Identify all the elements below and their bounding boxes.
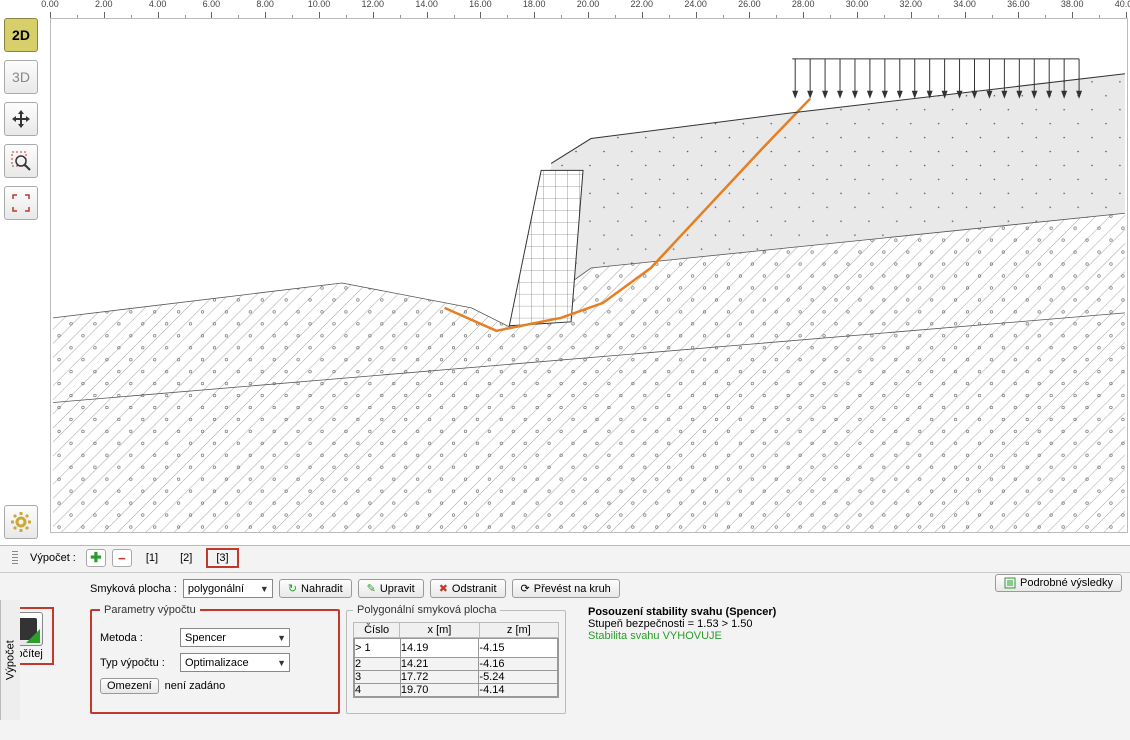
view-2d-label: 2D (12, 27, 30, 43)
fit-view-button[interactable] (4, 186, 38, 220)
fit-view-icon (11, 193, 31, 213)
table-row[interactable]: 317.72-5.24 (355, 671, 558, 684)
zoom-select-button[interactable] (4, 144, 38, 178)
zoom-select-icon (10, 150, 32, 172)
restrictions-button[interactable]: Omezení (100, 678, 159, 694)
poly-table-scroll[interactable]: > 114.19-4.15214.21-4.16317.72-5.24419.7… (353, 638, 559, 698)
canvas[interactable] (50, 18, 1128, 533)
calc-type-label: Typ výpočtu : (100, 657, 180, 669)
replace-button[interactable]: ↻Nahradit (279, 579, 352, 598)
results-verdict: Stabilita svahu VYHOVUJE (588, 630, 1118, 642)
analysis-tab-2[interactable]: [2] (172, 550, 200, 566)
results-block: Posouzení stability svahu (Spencer) Stup… (572, 604, 1118, 642)
results-fs: Stupeň bezpečnosti = 1.53 > 1.50 (588, 618, 1118, 630)
settings-button[interactable] (4, 505, 38, 539)
ruler: 0.002.004.006.008.0010.0012.0014.0016.00… (50, 0, 1128, 18)
delete-button[interactable]: ✖Odstranit (430, 579, 506, 598)
method-label: Metoda : (100, 632, 180, 644)
calc-params-group: Parametry výpočtu Metoda : Spencer▼ Typ … (90, 604, 340, 714)
move-button[interactable] (4, 102, 38, 136)
results-title: Posouzení stability svahu (Spencer) (588, 606, 1118, 618)
poly-table-header: Číslox [m]z [m] (353, 622, 559, 638)
analysis-tab-3[interactable]: [3] (206, 548, 238, 568)
calc-type-select[interactable]: Optimalizace (180, 653, 290, 672)
analysis-label: Výpočet : (30, 552, 76, 564)
edit-button[interactable]: ✎Upravit (358, 579, 424, 598)
poly-table-legend: Polygonální smyková plocha (353, 604, 500, 616)
analysis-tabs-row: Výpočet : ✚ − [1] [2] [3] (0, 546, 1130, 573)
table-row[interactable]: 214.21-4.16 (355, 658, 558, 671)
table-row[interactable]: 419.70-4.14 (355, 684, 558, 697)
slip-surface-label: Smyková plocha : (90, 583, 177, 595)
poly-table-group: Polygonální smyková plocha Číslox [m]z [… (346, 604, 566, 714)
analysis-panel: Výpočet : ✚ − [1] [2] [3] Podrobné výsle… (0, 545, 1130, 740)
table-row[interactable]: > 114.19-4.15 (355, 639, 558, 658)
view-3d-button[interactable]: 3D (4, 60, 38, 94)
slope-drawing (51, 19, 1127, 532)
remove-analysis-button[interactable]: − (112, 549, 132, 567)
poly-table-body: > 114.19-4.15214.21-4.16317.72-5.24419.7… (354, 638, 558, 697)
view-toolbar: 2D 3D (4, 18, 42, 220)
gear-icon (10, 511, 32, 533)
view-2d-button[interactable]: 2D (4, 18, 38, 52)
convert-button[interactable]: ⟳Převést na kruh (512, 579, 620, 598)
restrictions-text: není zadáno (165, 680, 226, 692)
side-tab-vypocet[interactable]: Výpočet (0, 600, 20, 720)
slip-surface-select[interactable]: polygonální (183, 579, 273, 598)
method-select[interactable]: Spencer (180, 628, 290, 647)
analysis-tab-1[interactable]: [1] (138, 550, 166, 566)
add-analysis-button[interactable]: ✚ (86, 549, 106, 567)
move-icon (11, 109, 31, 129)
viewport: 2D 3D 0.002.004.006.008.0010.0012.0014.0… (0, 0, 1130, 535)
params-legend: Parametry výpočtu (100, 604, 200, 616)
grip-icon (12, 551, 18, 565)
